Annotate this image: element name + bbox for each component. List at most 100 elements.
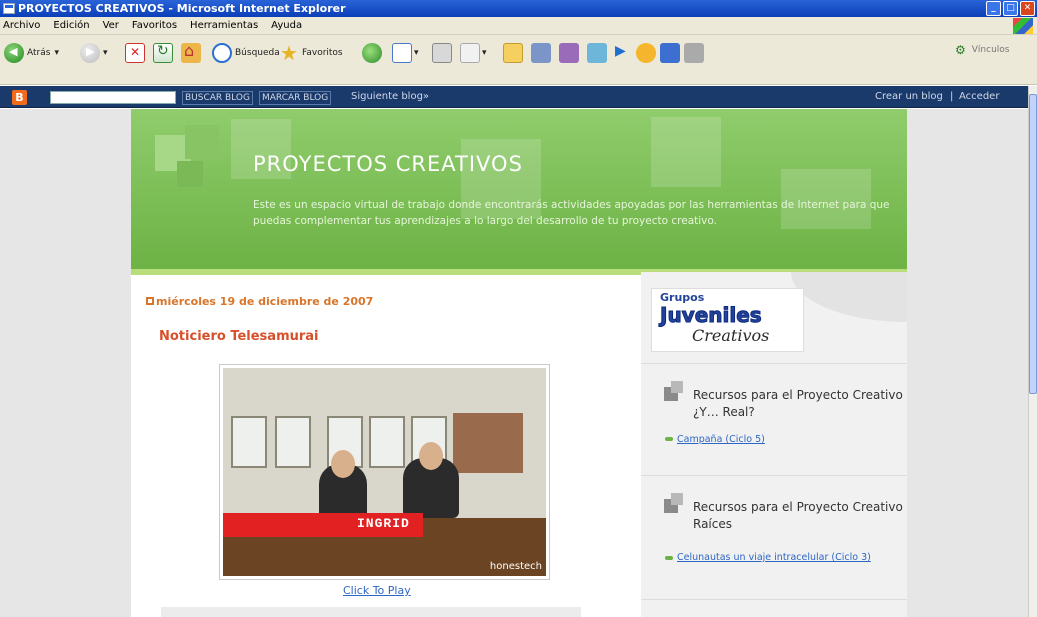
blog-search-input[interactable] bbox=[50, 91, 176, 104]
chevron-down-icon: ▾ bbox=[54, 48, 59, 58]
video-watermark: honestech bbox=[489, 561, 542, 572]
print-icon bbox=[432, 43, 452, 63]
edit-button[interactable]: ▾ bbox=[460, 43, 487, 63]
widget-squares-icon bbox=[664, 493, 686, 515]
blogger-logo-icon[interactable]: B bbox=[12, 90, 27, 105]
home-button[interactable] bbox=[181, 41, 201, 63]
grupos-juveniles-logo[interactable]: Grupos Juveniles Creativos bbox=[651, 288, 804, 352]
widget-title: Recursos para el Proyecto Creativo Raíce… bbox=[693, 500, 903, 531]
date-bullet-icon bbox=[146, 297, 154, 305]
blog-description: Este es un espacio virtual de trabajo do… bbox=[253, 199, 890, 227]
folder-button[interactable] bbox=[503, 43, 523, 63]
search-button[interactable]: Búsqueda bbox=[212, 43, 280, 63]
links-icon: ⚙ bbox=[955, 43, 966, 57]
close-button[interactable]: ✕ bbox=[1020, 1, 1035, 16]
video-player[interactable]: INGRID honestech bbox=[219, 364, 550, 580]
research-button[interactable] bbox=[559, 43, 579, 63]
mail-icon bbox=[392, 43, 412, 63]
widget-link[interactable]: Celunautas un viaje intracelular (Ciclo … bbox=[677, 552, 897, 564]
video-caption: INGRID bbox=[357, 516, 410, 531]
favorites-button[interactable]: ★ Favoritos bbox=[280, 43, 343, 63]
refresh-button[interactable] bbox=[153, 43, 173, 63]
stop-button[interactable] bbox=[125, 43, 145, 63]
link-bullet-icon bbox=[665, 556, 673, 560]
menu-ayuda[interactable]: Ayuda bbox=[271, 17, 302, 34]
header-decoration bbox=[185, 125, 219, 159]
play-icon: ▶ bbox=[615, 43, 626, 59]
msn-button[interactable] bbox=[636, 43, 656, 63]
blog-header: PROYECTOS CREATIVOS Este es un espacio v… bbox=[131, 109, 907, 272]
notes-button[interactable] bbox=[684, 43, 704, 63]
menu-bar: Archivo Edición Ver Favoritos Herramient… bbox=[0, 17, 1037, 35]
scrollbar-thumb[interactable] bbox=[1029, 94, 1037, 394]
favorites-label: Favoritos bbox=[302, 48, 343, 58]
blog-title[interactable]: PROYECTOS CREATIVOS bbox=[253, 152, 523, 176]
minimize-button[interactable]: _ bbox=[986, 1, 1001, 16]
create-blog-link[interactable]: Crear un blog bbox=[875, 90, 943, 104]
print-button[interactable] bbox=[432, 43, 452, 63]
next-blog-link[interactable]: Siguiente blog» bbox=[351, 90, 429, 104]
login-link[interactable]: Acceder bbox=[959, 90, 999, 104]
video-thumbnail[interactable]: INGRID honestech bbox=[223, 368, 546, 576]
header-decoration bbox=[177, 161, 203, 187]
folder-icon bbox=[503, 43, 523, 63]
sidebar-divider bbox=[641, 599, 907, 600]
chevron-down-icon: ▾ bbox=[103, 48, 108, 58]
menu-archivo[interactable]: Archivo bbox=[3, 17, 40, 34]
history-icon bbox=[362, 43, 382, 63]
sidebar-divider bbox=[641, 363, 907, 364]
maximize-button[interactable]: □ bbox=[1003, 1, 1018, 16]
chevron-down-icon: ▾ bbox=[482, 48, 487, 58]
post-title[interactable]: Noticiero Telesamurai bbox=[159, 329, 319, 344]
history-button[interactable] bbox=[362, 43, 382, 63]
research-icon bbox=[559, 43, 579, 63]
menu-favoritos[interactable]: Favoritos bbox=[132, 17, 177, 34]
window-controls: _ □ ✕ bbox=[986, 1, 1035, 16]
discuss-icon bbox=[531, 43, 551, 63]
notes-icon bbox=[684, 43, 704, 63]
flag-blog-button[interactable]: MARCAR BLOG bbox=[259, 91, 332, 105]
ie-icon bbox=[3, 3, 15, 14]
search-icon bbox=[212, 43, 232, 63]
blogger-navbar: B BUSCAR BLOG MARCAR BLOG Siguiente blog… bbox=[0, 86, 1028, 108]
msn-icon bbox=[636, 43, 656, 63]
navbar-separator: | bbox=[950, 91, 954, 102]
back-button[interactable]: Atrás ▾ bbox=[4, 43, 59, 63]
home-icon bbox=[181, 41, 201, 63]
back-label: Atrás bbox=[27, 48, 51, 58]
links-label: Vínculos bbox=[971, 45, 1010, 55]
window-title: PROYECTOS CREATIVOS - Microsoft Internet… bbox=[18, 2, 346, 15]
link-bullet-icon bbox=[665, 437, 673, 441]
menu-herramientas[interactable]: Herramientas bbox=[190, 17, 258, 34]
messenger-icon bbox=[587, 43, 607, 63]
widget-squares-icon bbox=[664, 381, 686, 403]
forward-arrow-icon bbox=[80, 43, 100, 63]
search-label: Búsqueda bbox=[235, 48, 280, 58]
messenger-button[interactable] bbox=[587, 43, 607, 63]
toolbar: Atrás ▾ ▾ Búsqueda ★ Favoritos ▾ ▾ ▶ ⚙ V… bbox=[0, 35, 1037, 85]
widget-link[interactable]: Campaña (Ciclo 5) bbox=[677, 434, 897, 446]
menu-edicion[interactable]: Edición bbox=[53, 17, 89, 34]
stop-icon bbox=[125, 43, 145, 63]
messenger-alt-button[interactable] bbox=[660, 43, 680, 63]
chevron-down-icon: ▾ bbox=[414, 48, 419, 58]
vertical-scrollbar[interactable] bbox=[1028, 86, 1037, 617]
chat-icon bbox=[660, 43, 680, 63]
sidebar-divider bbox=[641, 475, 907, 476]
menu-ver[interactable]: Ver bbox=[103, 17, 119, 34]
refresh-icon bbox=[153, 43, 173, 63]
media-button[interactable]: ▶ bbox=[615, 43, 635, 63]
mail-button[interactable]: ▾ bbox=[392, 43, 419, 63]
links-button[interactable]: ⚙ Vínculos bbox=[955, 43, 1009, 57]
star-icon: ★ bbox=[280, 41, 298, 65]
click-to-play-link[interactable]: Click To Play bbox=[343, 584, 411, 597]
badge-line-3: Creativos bbox=[692, 326, 770, 345]
search-blog-button[interactable]: BUSCAR BLOG bbox=[182, 91, 253, 105]
forward-button[interactable]: ▾ bbox=[80, 43, 108, 63]
page-viewport: PROYECTOS CREATIVOS Este es un espacio v… bbox=[0, 109, 1028, 617]
edit-icon bbox=[460, 43, 480, 63]
back-arrow-icon bbox=[4, 43, 24, 63]
post-date-text: miércoles 19 de diciembre de 2007 bbox=[156, 295, 374, 308]
discuss-button[interactable] bbox=[531, 43, 551, 63]
post-text-fragment bbox=[161, 607, 581, 617]
